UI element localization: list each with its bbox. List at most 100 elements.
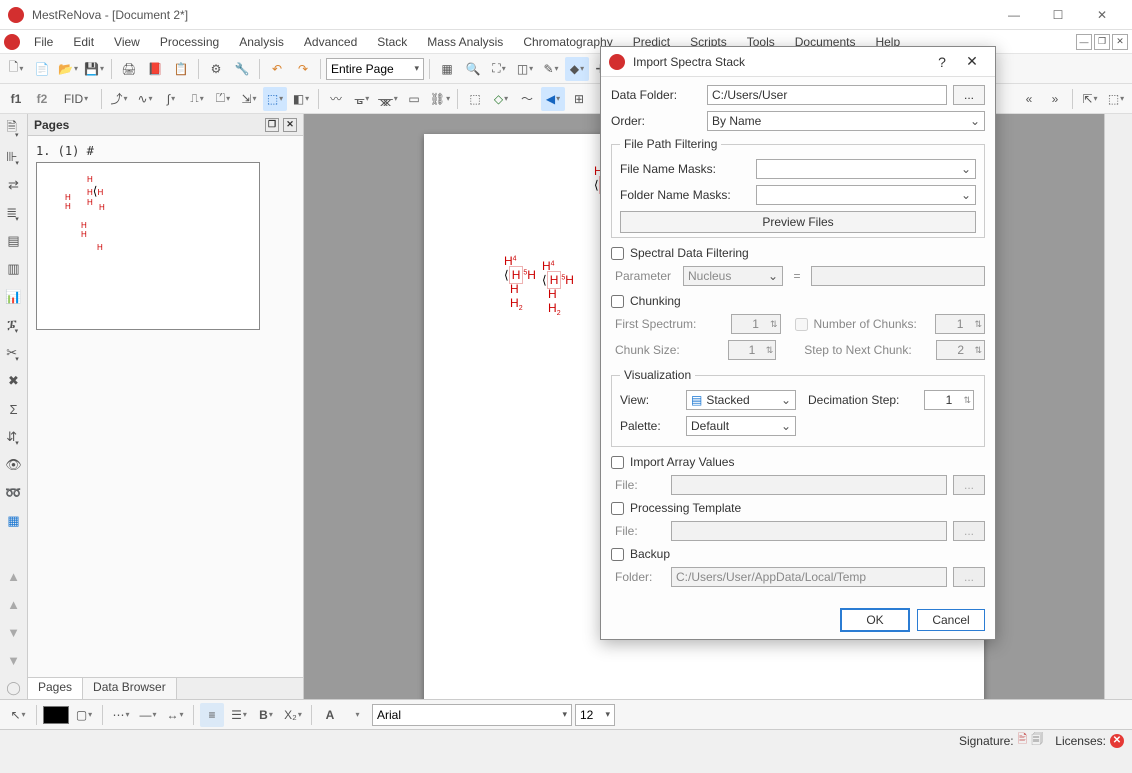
arrow-tool[interactable]: ↔ (163, 703, 187, 727)
spectrum-tool-4[interactable]: ▭ (402, 87, 426, 111)
vtool-tri1[interactable]: ▲ (3, 565, 25, 587)
vtool-list[interactable]: ≣ (3, 202, 25, 224)
open-button[interactable]: 📂 (56, 57, 80, 81)
vtool-tri2[interactable]: ▲ (3, 593, 25, 615)
peak-tool-8[interactable]: ◧ (289, 87, 313, 111)
backup-checkbox[interactable] (611, 548, 624, 561)
tool-zoom-button[interactable]: 🔍 (461, 57, 485, 81)
sub-tool[interactable]: X₂ (281, 703, 305, 727)
nav-next-button[interactable]: » (1043, 87, 1067, 111)
peak-tool-3[interactable]: ∫ (159, 87, 183, 111)
cancel-button[interactable]: Cancel (917, 609, 985, 631)
font-color-tool[interactable]: A (318, 703, 342, 727)
page-thumbnail-1[interactable]: HH⟨HH H HH HH H (36, 162, 260, 330)
dialog-close-button[interactable]: ✕ (957, 53, 987, 70)
select-tool-2[interactable]: ◇ (489, 87, 513, 111)
select-tool-1[interactable]: ⬚ (463, 87, 487, 111)
menu-advanced[interactable]: Advanced (294, 33, 367, 51)
pages-close-button[interactable]: ✕ (283, 118, 297, 132)
copy-button[interactable]: 📋 (169, 57, 193, 81)
color-swatch[interactable] (43, 706, 69, 724)
fid-button[interactable]: FID (56, 87, 96, 111)
processing-template-checkbox[interactable] (611, 502, 624, 515)
peak-tool-2[interactable]: ∿ (133, 87, 157, 111)
align-tool[interactable]: ☰ (227, 703, 251, 727)
redo-button[interactable]: ↷ (291, 57, 315, 81)
select-tool-3[interactable]: 〜 (515, 87, 539, 111)
peak-tool-5[interactable]: ⏍ (211, 87, 235, 111)
data-folder-input[interactable]: C:/Users/User (707, 85, 947, 105)
export-pdf-button[interactable]: 📕 (143, 57, 167, 81)
tool-marker-button[interactable]: ◆ (565, 57, 589, 81)
order-select[interactable]: By Name (707, 111, 985, 131)
undo-button[interactable]: ↶ (265, 57, 289, 81)
vtool-spiral[interactable]: ➿ (3, 482, 25, 504)
vtool-stack[interactable]: ▤ (3, 230, 25, 252)
vtool-circle[interactable]: ◯ (3, 677, 25, 699)
fill-tool[interactable]: ▢ (72, 703, 96, 727)
page-item-1[interactable]: 1. (1) # (36, 144, 295, 158)
spectrum-tool-5[interactable]: ⛓ (428, 87, 452, 111)
menu-stack[interactable]: Stack (367, 33, 417, 51)
signature-icon-1[interactable]: 🖹 (1018, 730, 1028, 751)
menu-file[interactable]: File (24, 33, 63, 51)
vtool-align[interactable]: ⊪ (3, 146, 25, 168)
peak-tool-7[interactable]: ⬚ (263, 87, 287, 111)
palette-select[interactable]: Default (686, 416, 796, 436)
peak-tool-6[interactable]: ⇲ (237, 87, 261, 111)
new-doc-button[interactable]: 📄 (30, 57, 54, 81)
minimize-button[interactable]: ― (992, 1, 1036, 29)
mdi-close-button[interactable]: ✕ (1112, 34, 1128, 50)
bold-tool[interactable]: B (254, 703, 278, 727)
f2-button[interactable]: f2 (30, 87, 54, 111)
mdi-minimize-button[interactable]: ― (1076, 34, 1092, 50)
tool-region-button[interactable]: ◫ (513, 57, 537, 81)
signature-icon-2[interactable]: 🗐 (1031, 730, 1043, 751)
vtool-adjust[interactable]: ⇵ (3, 426, 25, 448)
spectral-filtering-checkbox[interactable] (611, 247, 624, 260)
vtool-cut[interactable]: ✂ (3, 342, 25, 364)
folder-masks-select[interactable] (756, 185, 976, 205)
vtool-eye[interactable]: 👁 (3, 454, 25, 476)
maximize-button[interactable]: ☐ (1036, 1, 1080, 29)
app-menu-icon[interactable] (4, 34, 20, 50)
nav-prev-button[interactable]: « (1017, 87, 1041, 111)
select-tool-5[interactable]: ⊞ (567, 87, 591, 111)
peak-tool-1[interactable]: ⤴ (107, 87, 131, 111)
font-family-combo[interactable]: Arial (372, 704, 572, 726)
tool-fit-button[interactable]: ⛶ (487, 57, 511, 81)
menu-mass-analysis[interactable]: Mass Analysis (417, 33, 513, 51)
import-array-checkbox[interactable] (611, 456, 624, 469)
tab-pages[interactable]: Pages (28, 678, 83, 699)
vtool-peaks[interactable]: ᎎ (3, 314, 25, 336)
tool-pen-button[interactable]: ✎ (539, 57, 563, 81)
spectrum-tool-2[interactable]: ᚗ (350, 87, 374, 111)
script-button[interactable]: ⚙ (204, 57, 228, 81)
tool-grid-button[interactable]: ▦ (435, 57, 459, 81)
data-folder-browse-button[interactable]: ... (953, 85, 985, 105)
menu-processing[interactable]: Processing (150, 33, 229, 51)
f1-button[interactable]: f1 (4, 87, 28, 111)
vtool-doc[interactable]: 🗎 (3, 118, 25, 140)
pages-list[interactable]: 1. (1) # HH⟨HH H HH HH H (28, 136, 303, 677)
peak-tool-4[interactable]: ⎍ (185, 87, 209, 111)
chunking-checkbox[interactable] (611, 295, 624, 308)
vtool-close[interactable]: ✖ (3, 370, 25, 392)
line-style-tool[interactable]: ⋯ (109, 703, 133, 727)
menu-edit[interactable]: Edit (63, 33, 104, 51)
vtool-layout[interactable]: ▥ (3, 258, 25, 280)
close-button[interactable]: ✕ (1080, 1, 1124, 29)
molecule-3[interactable]: H4 ⟨H5H H H2 (504, 254, 536, 312)
ok-button[interactable]: OK (841, 609, 909, 631)
vtool-sum[interactable]: Σ (3, 398, 25, 420)
molecule-4[interactable]: H4 ⟨H5H H H2 (542, 259, 574, 317)
extra-tool-2[interactable]: ⬚ (1104, 87, 1128, 111)
decimation-spin[interactable]: 1 (924, 390, 974, 410)
pages-float-button[interactable]: ❐ (265, 118, 279, 132)
mdi-restore-button[interactable]: ❐ (1094, 34, 1110, 50)
dialog-help-button[interactable]: ? (927, 54, 957, 70)
vtool-link[interactable]: ⇄ (3, 174, 25, 196)
file-masks-select[interactable] (756, 159, 976, 179)
line-weight-tool[interactable]: — (136, 703, 160, 727)
vtool-chart[interactable]: 📊 (3, 286, 25, 308)
